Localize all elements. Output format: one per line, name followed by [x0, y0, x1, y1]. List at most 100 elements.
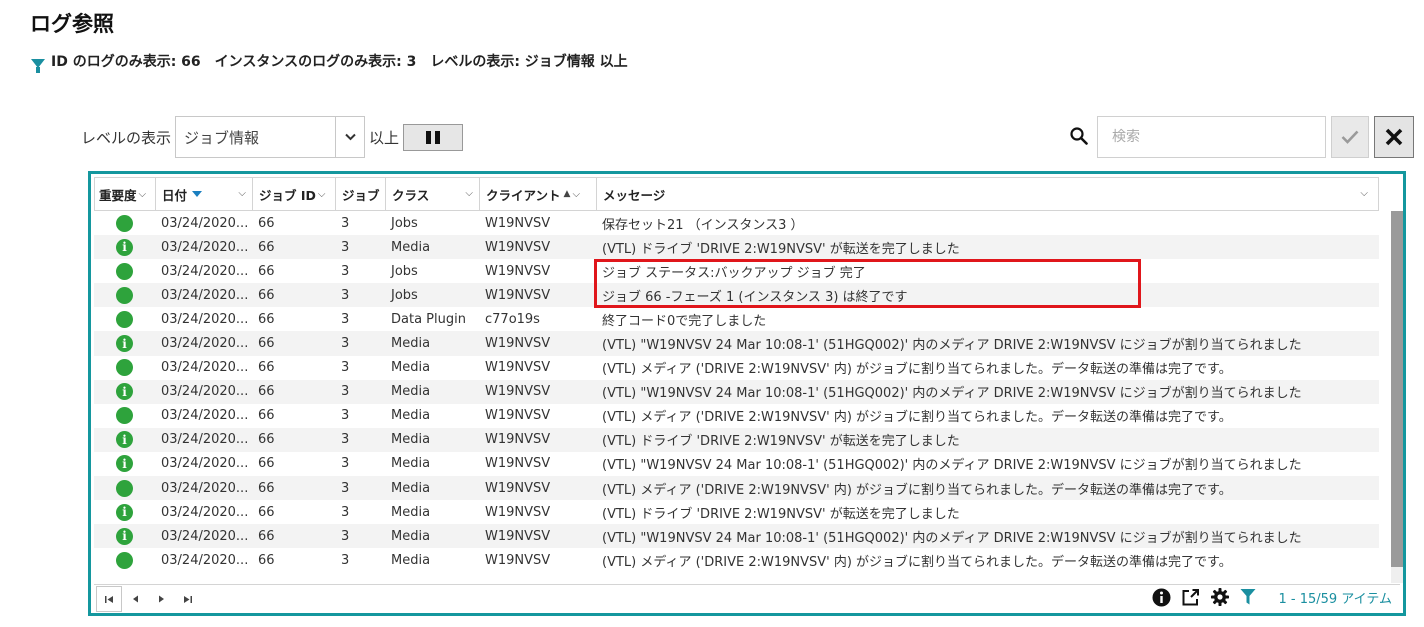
cell-date: 03/24/2020... — [161, 528, 249, 544]
cell-class: Jobs — [391, 287, 418, 303]
cell-instance: 3 — [341, 432, 350, 448]
info-circle-icon: i — [116, 503, 133, 521]
cell-job-id: 66 — [258, 408, 275, 424]
info-circle-icon: i — [116, 431, 133, 449]
funnel-icon[interactable] — [1240, 588, 1256, 606]
table-row[interactable]: i 03/24/2020... 66 3 Media W19NVSV (VTL) "W19N… — [94, 524, 1379, 549]
table-row[interactable]: i 03/24/2020... 66 3 Media W19NVSV (VTL) ドライブ … — [94, 500, 1379, 524]
cell-message: (VTL) ドライブ 'DRIVE 2:W19NVSV' が転送を完了しました — [602, 241, 960, 257]
cell-client: W19NVSV — [485, 360, 551, 376]
cell-instance: 3 — [341, 408, 350, 424]
cell-date: 03/24/2020... — [161, 360, 249, 376]
apply-button[interactable] — [1331, 116, 1369, 158]
previous-page-button[interactable] — [122, 586, 148, 612]
next-page-button[interactable] — [148, 586, 174, 612]
column-header-message[interactable]: メッセージ ⌵ — [597, 178, 1378, 210]
cell-client: c77o19s — [485, 311, 540, 327]
table-row[interactable]: 03/24/2020... 66 3 Data Plugin c77o19s 終了コード0… — [94, 307, 1379, 331]
cell-date: 03/24/2020... — [161, 215, 249, 231]
chevron-down-icon[interactable] — [336, 117, 364, 157]
cell-severity — [94, 214, 155, 232]
search-icon[interactable] — [1070, 127, 1088, 145]
cell-class: Data Plugin — [391, 311, 466, 327]
green-circle-icon — [116, 214, 133, 232]
level-select[interactable]: ジョブ情報 — [175, 116, 366, 158]
cell-job-id: 66 — [258, 480, 275, 496]
info-icon[interactable] — [1152, 588, 1171, 607]
chevron-down-icon[interactable]: ⌵ — [572, 189, 580, 200]
table-row[interactable]: 03/24/2020... 66 3 Media W19NVSV (VTL) メディア (… — [94, 548, 1379, 572]
export-icon[interactable] — [1181, 588, 1200, 607]
cell-instance: 3 — [341, 480, 350, 496]
cell-date: 03/24/2020... — [161, 311, 249, 327]
column-header-instance[interactable]: ジョブ — [336, 178, 386, 210]
cell-client: W19NVSV — [485, 552, 551, 568]
cell-message: (VTL) メディア ('DRIVE 2:W19NVSV' 内) がジョブに割り… — [602, 554, 1232, 570]
cell-instance: 3 — [341, 528, 350, 544]
chevron-down-icon[interactable]: ⌵ — [318, 189, 326, 200]
cell-instance: 3 — [341, 239, 350, 255]
cell-job-id: 66 — [258, 263, 275, 279]
cell-severity — [94, 407, 155, 425]
column-header-date[interactable]: 日付 ⌵ — [156, 178, 253, 210]
cell-instance: 3 — [341, 215, 350, 231]
chevron-down-icon[interactable]: ⌵ — [238, 188, 246, 199]
table-row[interactable]: i 03/24/2020... 66 3 Media W19NVSV (VTL) ドライブ … — [94, 235, 1379, 260]
cell-class: Jobs — [391, 263, 418, 279]
column-header-job-id[interactable]: ジョブ ID ⌵ — [253, 178, 336, 210]
cell-severity — [94, 310, 155, 328]
cell-date: 03/24/2020... — [161, 408, 249, 424]
last-page-button[interactable] — [174, 586, 200, 612]
cell-message: (VTL) ドライブ 'DRIVE 2:W19NVSV' が転送を完了しました — [602, 434, 960, 450]
sort-descending-icon — [192, 191, 203, 197]
cell-severity — [94, 479, 155, 497]
sort-ascending-icon: ▲ — [563, 189, 571, 199]
green-circle-icon — [116, 310, 133, 328]
filter-summary[interactable]: ID のログのみ表示: 66 インスタンスのログのみ表示: 3 レベルの表示: … — [31, 51, 642, 73]
vertical-scrollbar[interactable] — [1391, 211, 1403, 583]
cell-message: 終了コード0で完了しました — [602, 313, 767, 329]
pause-button[interactable] — [403, 123, 464, 151]
close-icon — [1385, 128, 1403, 146]
cell-date: 03/24/2020... — [161, 552, 249, 568]
chevron-down-icon[interactable]: ⌵ — [1360, 188, 1368, 199]
search-input[interactable] — [1097, 116, 1326, 158]
table-row[interactable]: i 03/24/2020... 66 3 Media W19NVSV (VTL) "W19N… — [94, 379, 1379, 404]
column-header-client[interactable]: クライアント ▲ ⌵ — [480, 178, 597, 210]
close-button[interactable] — [1374, 116, 1414, 158]
cell-instance: 3 — [341, 456, 350, 472]
column-header-class[interactable]: クラス ⌵ — [386, 178, 480, 210]
table-row[interactable]: i 03/24/2020... 66 3 Media W19NVSV (VTL) ドライブ … — [94, 427, 1379, 452]
cell-client: W19NVSV — [485, 528, 551, 544]
cell-date: 03/24/2020... — [161, 384, 249, 400]
table-row[interactable]: 03/24/2020... 66 3 Media W19NVSV (VTL) メディア (… — [94, 356, 1379, 380]
info-circle-icon: i — [116, 527, 133, 545]
cell-message: (VTL) "W19NVSV 24 Mar 10:08-1' (51HGQ002… — [602, 458, 1302, 474]
cell-job-id: 66 — [258, 311, 275, 327]
cell-instance: 3 — [341, 504, 350, 520]
first-page-button[interactable] — [96, 586, 122, 612]
level-select-value[interactable]: ジョブ情報 — [176, 117, 337, 157]
scrollbar-thumb[interactable] — [1391, 211, 1403, 567]
chevron-down-icon[interactable]: ⌵ — [139, 189, 147, 200]
info-circle-icon: i — [116, 383, 133, 401]
table-row[interactable]: i 03/24/2020... 66 3 Media W19NVSV (VTL) "W19N… — [94, 331, 1379, 356]
cell-message: (VTL) メディア ('DRIVE 2:W19NVSV' 内) がジョブに割り… — [602, 362, 1232, 378]
cell-instance: 3 — [341, 311, 350, 327]
level-above-label: 以上 — [369, 128, 400, 147]
gear-icon[interactable] — [1210, 587, 1230, 607]
cell-instance: 3 — [341, 287, 350, 303]
pager: 1 - 15/59 アイテム — [94, 584, 1400, 613]
cell-client: W19NVSV — [485, 239, 551, 255]
table-row[interactable]: 03/24/2020... 66 3 Media W19NVSV (VTL) メディア (… — [94, 476, 1379, 501]
cell-severity: i — [94, 383, 155, 401]
green-circle-icon — [116, 359, 133, 377]
chevron-down-icon[interactable]: ⌵ — [465, 188, 473, 199]
table-row[interactable]: i 03/24/2020... 66 3 Media W19NVSV (VTL) "W19N… — [94, 452, 1379, 476]
table-row[interactable]: 03/24/2020... 66 3 Media W19NVSV (VTL) メディア (… — [94, 404, 1379, 428]
cell-message: (VTL) "W19NVSV 24 Mar 10:08-1' (51HGQ002… — [602, 338, 1302, 354]
table-row[interactable]: 03/24/2020... 66 3 Jobs W19NVSV 保存セット21 （インスタ… — [94, 211, 1379, 235]
green-circle-icon — [116, 479, 133, 497]
column-header-severity[interactable]: 重要度 ⌵ — [95, 178, 156, 210]
cell-client: W19NVSV — [485, 504, 551, 520]
